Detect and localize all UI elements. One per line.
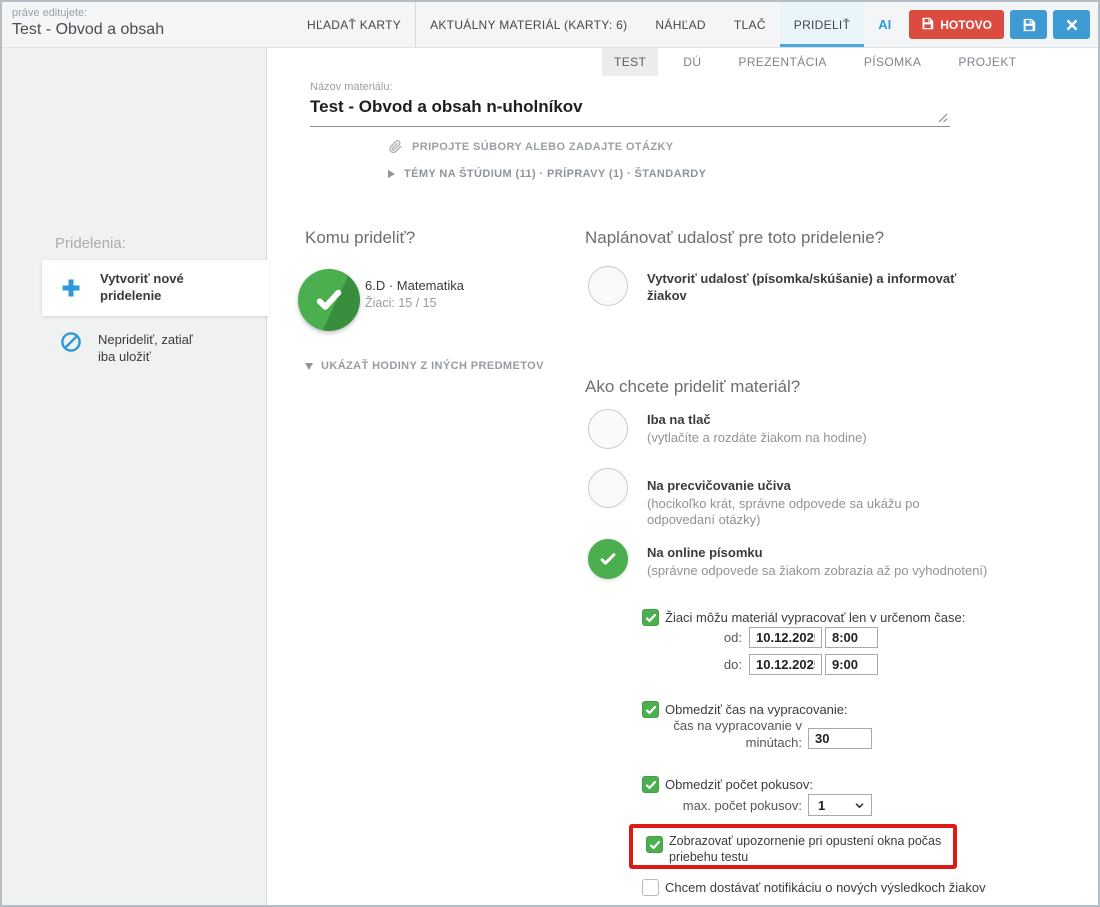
mode-print-only-text: Iba na tlač (vytlačíte a rozdáte žiakom … [647, 412, 967, 446]
mode-practice-radio[interactable] [588, 468, 628, 508]
create-event-option-text: Vytvoriť udalosť (písomka/skúšanie) a in… [647, 271, 972, 305]
study-topics-label: TÉMY NA ŠTÚDIUM (11) · PRÍPRAVY (1) · ŠT… [404, 168, 706, 180]
from-date-input[interactable] [749, 627, 822, 648]
save-icon [1022, 18, 1036, 32]
menu-search-cards[interactable]: HĽADAŤ KARTY [293, 2, 415, 47]
duration-input[interactable] [808, 728, 872, 749]
to-label: do: [694, 657, 742, 674]
editing-label: práve editujete: [12, 7, 164, 19]
material-type-tabs: TEST DÚ PREZENTÁCIA PÍSOMKA PROJEKT [602, 48, 1041, 76]
menu-assign[interactable]: PRIDELIŤ [780, 2, 864, 47]
from-label: od: [694, 630, 742, 647]
check-icon [645, 612, 657, 624]
class-avatar[interactable] [298, 269, 360, 331]
menu-ai[interactable]: AI [864, 17, 905, 32]
done-button[interactable]: HOTOVO [909, 10, 1004, 39]
duration-field-label: čas na vypracovanie v minútach: [657, 718, 802, 752]
sidebar-assignments: Pridelenia: Vytvoriť nové pridelenie Nep… [2, 48, 267, 905]
mode-option-desc: (správne odpovede sa žiakom zobrazia až … [647, 563, 1007, 579]
exit-warning-label: Zobrazovať upozornenie pri opustení okna… [669, 833, 965, 866]
menu-current-material[interactable]: AKTUÁLNY MATERIÁL (KARTY: 6) [416, 2, 641, 47]
attempts-select-value: 1 [818, 798, 825, 813]
mode-option-label: Iba na tlač [647, 412, 967, 429]
show-other-subjects-label: UKÁZAŤ HODINY Z INÝCH PREDMETOV [321, 360, 544, 372]
sidebar-item-label: Vytvoriť nové pridelenie [100, 271, 218, 305]
attempts-checkbox[interactable] [642, 776, 659, 793]
class-name: 6.D · Matematika [365, 278, 464, 293]
notifications-checkbox[interactable] [642, 879, 659, 896]
mode-print-only-radio[interactable] [588, 409, 628, 449]
check-icon [598, 549, 618, 569]
topbar: práve editujete: Test - Obvod a obsah HĽ… [2, 2, 1098, 48]
material-name-field-wrap: Test - Obvod a obsah n-uholníkov [310, 93, 950, 127]
create-event-label: Vytvoriť udalosť (písomka/skúšanie) a in… [647, 271, 972, 305]
to-date-input[interactable] [749, 654, 822, 675]
sidebar-item-skip-assignment[interactable]: Neprideliť, zatiaľ iba uložiť [60, 331, 208, 366]
save-button[interactable] [1010, 10, 1047, 39]
menu-preview[interactable]: NÁHĽAD [641, 2, 719, 47]
duration-label: Obmedziť čas na vypracovanie: [665, 702, 848, 717]
plus-icon [60, 277, 82, 299]
duration-checkbox[interactable] [642, 701, 659, 718]
to-time-input[interactable] [825, 654, 878, 675]
class-students-count: Žiaci: 15 / 15 [365, 296, 437, 310]
check-icon [649, 839, 661, 851]
sidebar-item-label: Neprideliť, zatiaľ iba uložiť [98, 332, 208, 366]
notifications-label: Chcem dostávať notifikáciu o nových výsl… [665, 880, 986, 895]
menu-print[interactable]: TLAČ [720, 2, 780, 47]
create-event-radio[interactable] [588, 266, 628, 306]
editing-info: práve editujete: Test - Obvod a obsah [12, 7, 164, 39]
editing-title: Test - Obvod a obsah [12, 21, 164, 39]
exit-warning-checkbox[interactable] [646, 836, 663, 853]
event-heading: Naplánovať udalosť pre toto pridelenie? [585, 228, 884, 248]
close-button[interactable] [1053, 10, 1090, 39]
attach-files-label: PRIPOJTE SÚBORY ALEBO ZADAJTE OTÁZKY [412, 141, 674, 153]
save-icon [921, 17, 934, 33]
mode-option-label: Na precvičovanie učiva [647, 478, 947, 495]
tab-test[interactable]: TEST [602, 48, 658, 76]
tab-exam[interactable]: PÍSOMKA [852, 48, 933, 76]
chevron-right-icon [388, 170, 395, 178]
material-name-label: Názov materiálu: [310, 81, 393, 93]
study-topics-toggle[interactable]: TÉMY NA ŠTÚDIUM (11) · PRÍPRAVY (1) · ŠT… [388, 168, 706, 180]
resize-handle[interactable] [938, 113, 948, 123]
tab-presentation[interactable]: PREZENTÁCIA [726, 48, 838, 76]
mode-practice-text: Na precvičovanie učiva (hocikoľko krát, … [647, 478, 947, 528]
mode-heading: Ako chcete prideliť materiál? [585, 377, 800, 397]
check-icon [313, 284, 345, 316]
check-icon [645, 779, 657, 791]
ban-icon [60, 331, 82, 353]
attach-files-toggle[interactable]: PRIPOJTE SÚBORY ALEBO ZADAJTE OTÁZKY [388, 139, 674, 154]
show-other-subjects-toggle[interactable]: UKÁZAŤ HODINY Z INÝCH PREDMETOV [305, 360, 544, 372]
app-window: práve editujete: Test - Obvod a obsah HĽ… [0, 0, 1100, 907]
sidebar-item-new-assignment[interactable]: Vytvoriť nové pridelenie [42, 260, 269, 316]
mode-online-test-text: Na online písomku (správne odpovede sa ž… [647, 545, 1007, 579]
main-panel: TEST DÚ PREZENTÁCIA PÍSOMKA PROJEKT Názo… [268, 48, 1098, 905]
paperclip-icon [388, 139, 403, 154]
mode-option-desc: (vytlačíte a rozdáte žiakom na hodine) [647, 430, 967, 446]
topbar-menu: HĽADAŤ KARTY AKTUÁLNY MATERIÁL (KARTY: 6… [293, 2, 1090, 47]
sidebar-title: Pridelenia: [55, 235, 126, 252]
check-icon [645, 704, 657, 716]
material-name-input[interactable]: Test - Obvod a obsah n-uholníkov [310, 93, 950, 127]
mode-option-desc: (hocikoľko krát, správne odpovede sa uká… [647, 496, 947, 529]
tab-homework[interactable]: DÚ [671, 48, 713, 76]
mode-online-test-radio[interactable] [588, 539, 628, 579]
done-button-label: HOTOVO [940, 18, 992, 32]
close-icon [1066, 19, 1078, 31]
mode-option-label: Na online písomku [647, 545, 1007, 562]
attempts-field-label: max. počet pokusov: [677, 798, 802, 815]
attempts-select[interactable]: 1 [808, 794, 872, 816]
assign-to-heading: Komu prideliť? [305, 228, 415, 248]
highlight-red-box: Zobrazovať upozornenie pri opustení okna… [629, 824, 957, 869]
time-window-checkbox[interactable] [642, 609, 659, 626]
attempts-label: Obmedziť počet pokusov: [665, 777, 813, 792]
from-time-input[interactable] [825, 627, 878, 648]
time-window-label: Žiaci môžu materiál vypracovať len v urč… [665, 610, 965, 625]
chevron-down-icon [305, 363, 313, 370]
chevron-down-icon [854, 800, 865, 811]
tab-project[interactable]: PROJEKT [946, 48, 1028, 76]
